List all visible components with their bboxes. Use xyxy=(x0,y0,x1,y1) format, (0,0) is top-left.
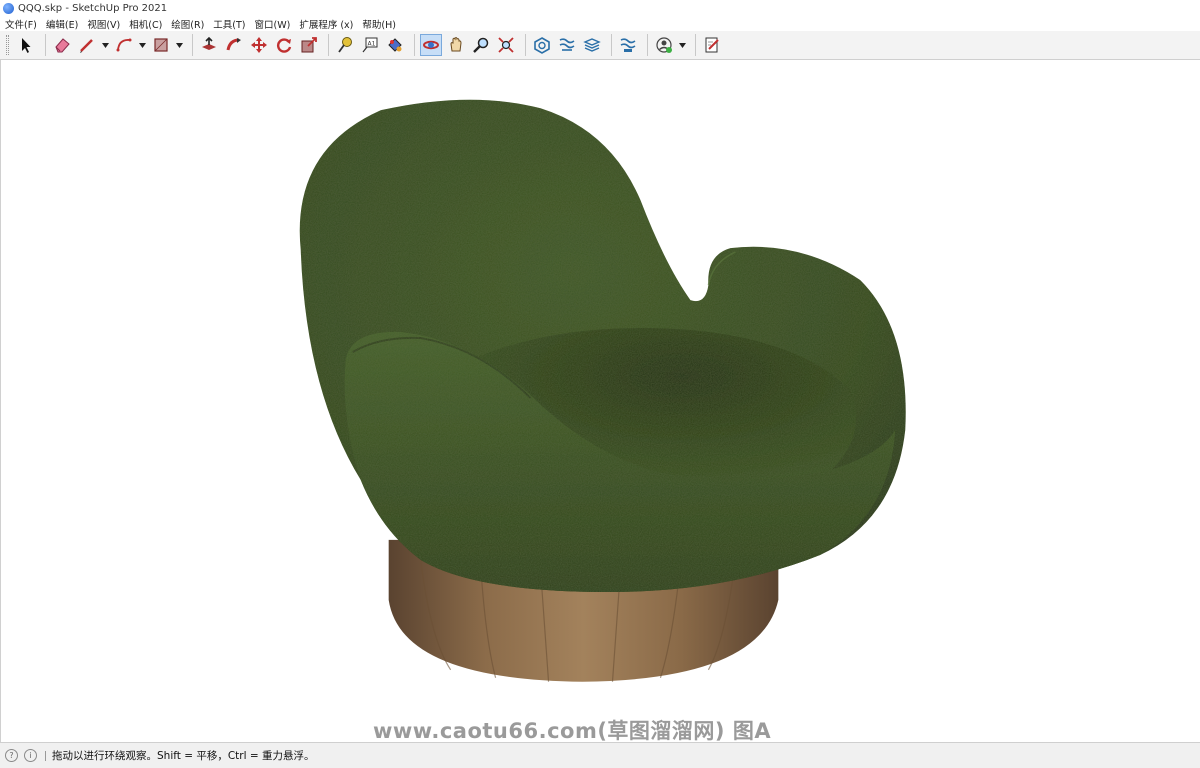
toolbar-separator xyxy=(695,34,696,56)
toolbar-separator xyxy=(647,34,648,56)
geolocation-icon[interactable]: ? xyxy=(5,749,18,762)
menu-camera[interactable]: 相机(C) xyxy=(129,17,162,31)
status-message: 拖动以进行环绕观察。Shift = 平移，Ctrl = 重力悬浮。 xyxy=(52,750,315,762)
eraser-icon[interactable] xyxy=(51,34,73,56)
menu-help[interactable]: 帮助(H) xyxy=(362,17,396,31)
arc-icon[interactable] xyxy=(113,34,135,56)
push-pull-icon[interactable] xyxy=(198,34,220,56)
sketchup-logo-icon xyxy=(3,2,14,14)
pan-icon[interactable] xyxy=(445,34,467,56)
rectangle-icon[interactable] xyxy=(150,34,172,56)
title-bar: QQQ.skp - SketchUp Pro 2021 xyxy=(0,0,1200,16)
menu-draw[interactable]: 绘图(R) xyxy=(171,17,204,31)
menu-view[interactable]: 视图(V) xyxy=(87,17,120,31)
model-viewport[interactable]: www.caotu66.com(草图溜溜网) 图A xyxy=(0,60,1200,743)
svg-text:A1: A1 xyxy=(368,41,376,48)
chevron-down-icon[interactable] xyxy=(101,34,109,56)
chevron-down-icon[interactable] xyxy=(138,34,146,56)
menu-tools[interactable]: 工具(T) xyxy=(213,17,245,31)
pencil-line-icon[interactable] xyxy=(76,34,98,56)
watermark: www.caotu66.com(草图溜溜网) 图A xyxy=(373,719,772,743)
zoom-icon[interactable] xyxy=(470,34,492,56)
menu-extensions[interactable]: 扩展程序 (x) xyxy=(299,17,353,31)
rotate-icon[interactable] xyxy=(273,34,295,56)
toolbar-separator xyxy=(192,34,193,56)
chevron-down-icon[interactable] xyxy=(175,34,183,56)
select-arrow-icon[interactable] xyxy=(15,34,37,56)
credits-icon[interactable]: i xyxy=(24,749,37,762)
text-tool-icon[interactable]: A1 xyxy=(359,34,381,56)
toolbar-separator xyxy=(45,34,46,56)
chair-shell xyxy=(299,99,906,593)
extension-warehouse-icon[interactable] xyxy=(556,34,578,56)
scale-icon[interactable] xyxy=(298,34,320,56)
toolbar-separator xyxy=(328,34,329,56)
armchair-model[interactable] xyxy=(1,60,1200,742)
profile-icon[interactable] xyxy=(653,34,675,56)
warehouse-icon[interactable] xyxy=(531,34,553,56)
layout-send-icon[interactable] xyxy=(581,34,603,56)
toolbar-separator xyxy=(525,34,526,56)
menu-file[interactable]: 文件(F) xyxy=(5,17,37,31)
move-icon[interactable] xyxy=(248,34,270,56)
follow-me-icon[interactable] xyxy=(223,34,245,56)
extension-manager-icon[interactable] xyxy=(617,34,639,56)
toolbar-grip[interactable] xyxy=(6,35,9,55)
paint-bucket-icon[interactable] xyxy=(384,34,406,56)
toolbar-separator xyxy=(611,34,612,56)
zoom-extents-icon[interactable] xyxy=(495,34,517,56)
status-bar: ? i 拖动以进行环绕观察。Shift = 平移，Ctrl = 重力悬浮。 xyxy=(0,742,1200,768)
menu-bar: 文件(F) 编辑(E) 视图(V) 相机(C) 绘图(R) 工具(T) 窗口(W… xyxy=(0,16,1200,31)
window-title: QQQ.skp - SketchUp Pro 2021 xyxy=(18,2,168,14)
menu-window[interactable]: 窗口(W) xyxy=(255,17,291,31)
chevron-down-icon[interactable] xyxy=(678,34,686,56)
getting-started-toolbar: A1 xyxy=(0,31,1200,60)
sketch-notes-icon[interactable] xyxy=(701,34,723,56)
orbit-icon[interactable] xyxy=(420,34,442,56)
tape-measure-icon[interactable] xyxy=(334,34,356,56)
status-separator xyxy=(45,750,46,761)
menu-edit[interactable]: 编辑(E) xyxy=(46,17,78,31)
toolbar-separator xyxy=(414,34,415,56)
